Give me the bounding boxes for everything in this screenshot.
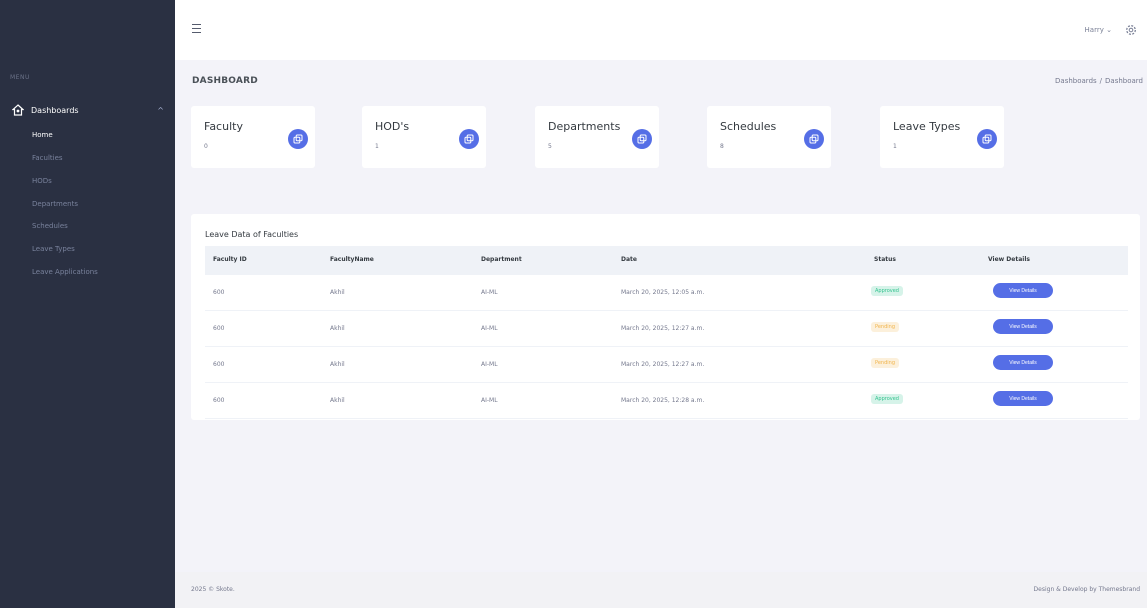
stat-label: HOD's xyxy=(375,120,410,133)
user-name: Harry xyxy=(1084,26,1104,34)
cell-department: AI-ML xyxy=(481,325,498,332)
sidebar-item-leave-types[interactable]: Leave Types xyxy=(32,245,75,253)
sidebar-group-label: Dashboards xyxy=(31,105,79,115)
cell-department: AI-ML xyxy=(481,289,498,296)
footer: 2025 © Skote. Design & Develop by Themes… xyxy=(175,572,1147,608)
column-header-faculty-id: Faculty ID xyxy=(213,256,247,263)
view-details-button[interactable]: View Details xyxy=(993,283,1053,298)
leave-data-card: Leave Data of Faculties Faculty ID Facul… xyxy=(191,214,1140,420)
stat-count: 1 xyxy=(375,143,379,150)
sidebar: Menu Dashboards ^ Home Faculties HODs De… xyxy=(0,0,175,608)
topbar: Harry ⌄ xyxy=(175,0,1147,60)
sidebar-item-leave-applications[interactable]: Leave Applications xyxy=(32,268,98,276)
column-header-department: Department xyxy=(481,256,522,263)
cell-date: March 20, 2025, 12:05 a.m. xyxy=(621,289,705,296)
stat-label: Schedules xyxy=(720,120,777,133)
cell-faculty-name: Akhil xyxy=(330,397,345,404)
view-details-button[interactable]: View Details xyxy=(993,355,1053,370)
column-header-status: Status xyxy=(874,256,896,263)
sidebar-item-departments[interactable]: Departments xyxy=(32,200,78,208)
breadcrumb-item-current: Dashboard xyxy=(1105,77,1143,85)
footer-credit: Design & Develop by Themesbrand xyxy=(1033,586,1140,593)
sidebar-item-hods[interactable]: HODs xyxy=(32,177,52,185)
user-dropdown[interactable]: Harry ⌄ xyxy=(1085,26,1112,34)
stat-label: Faculty xyxy=(204,120,243,133)
breadcrumb-item-dashboards[interactable]: Dashboards xyxy=(1055,77,1097,85)
cell-date: March 20, 2025, 12:27 a.m. xyxy=(621,361,705,368)
view-details-button[interactable]: View Details xyxy=(993,391,1053,406)
stat-card-faculty: Faculty 0 xyxy=(191,106,315,168)
card-title: Leave Data of Faculties xyxy=(205,230,299,239)
cell-faculty-id: 600 xyxy=(213,361,225,368)
cell-faculty-name: Akhil xyxy=(330,361,345,368)
copy-icon xyxy=(459,129,479,149)
stat-count: 0 xyxy=(204,143,208,150)
sidebar-item-faculties[interactable]: Faculties xyxy=(32,154,63,162)
cell-faculty-id: 600 xyxy=(213,325,225,332)
stat-label: Departments xyxy=(548,120,621,133)
breadcrumb: Dashboards / Dashboard xyxy=(1055,77,1143,85)
column-header-date: Date xyxy=(621,256,637,263)
table-row: 600 Akhil AI-ML March 20, 2025, 12:27 a.… xyxy=(205,347,1128,383)
table-header: Faculty ID FacultyName Department Date S… xyxy=(205,246,1128,275)
menu-toggle-icon[interactable] xyxy=(192,24,201,33)
sidebar-item-schedules[interactable]: Schedules xyxy=(32,222,68,230)
status-badge: Approved xyxy=(871,286,903,296)
cell-faculty-id: 600 xyxy=(213,397,225,404)
cell-date: March 20, 2025, 12:28 a.m. xyxy=(621,397,705,404)
table-row: 600 Akhil AI-ML March 20, 2025, 12:27 a.… xyxy=(205,311,1128,347)
chevron-up-icon: ^ xyxy=(157,105,164,115)
stat-label: Leave Types xyxy=(893,120,961,133)
cell-department: AI-ML xyxy=(481,361,498,368)
stat-count: 1 xyxy=(893,143,897,150)
cell-faculty-id: 600 xyxy=(213,289,225,296)
copy-icon xyxy=(977,129,997,149)
stat-count: 8 xyxy=(720,143,724,150)
view-details-button[interactable]: View Details xyxy=(993,319,1053,334)
table-row: 600 Akhil AI-ML March 20, 2025, 12:05 a.… xyxy=(205,275,1128,311)
copy-icon xyxy=(288,129,308,149)
stat-card-schedules: Schedules 8 xyxy=(707,106,831,168)
status-badge: Approved xyxy=(871,394,903,404)
stat-card-departments: Departments 5 xyxy=(535,106,659,168)
page-title: DASHBOARD xyxy=(192,76,258,86)
stat-count: 5 xyxy=(548,143,552,150)
cell-faculty-name: Akhil xyxy=(330,325,345,332)
cell-date: March 20, 2025, 12:27 a.m. xyxy=(621,325,705,332)
column-header-view-details: View Details xyxy=(988,256,1030,263)
sidebar-item-home[interactable]: Home xyxy=(32,131,53,139)
stat-card-hods: HOD's 1 xyxy=(362,106,486,168)
gear-icon[interactable] xyxy=(1124,22,1138,36)
sidebar-menu-title: Menu xyxy=(10,74,30,81)
cell-faculty-name: Akhil xyxy=(330,289,345,296)
copy-icon xyxy=(632,129,652,149)
cell-department: AI-ML xyxy=(481,397,498,404)
status-badge: Pending xyxy=(871,358,899,368)
footer-copyright: 2025 © Skote. xyxy=(191,586,235,593)
home-icon xyxy=(11,104,25,116)
copy-icon xyxy=(804,129,824,149)
table-row: 600 Akhil AI-ML March 20, 2025, 12:28 a.… xyxy=(205,383,1128,419)
column-header-faculty-name: FacultyName xyxy=(330,256,374,263)
chevron-down-icon: ⌄ xyxy=(1106,26,1112,34)
stat-card-leave-types: Leave Types 1 xyxy=(880,106,1004,168)
status-badge: Pending xyxy=(871,322,899,332)
sidebar-group-dashboards[interactable]: Dashboards ^ xyxy=(11,100,164,120)
